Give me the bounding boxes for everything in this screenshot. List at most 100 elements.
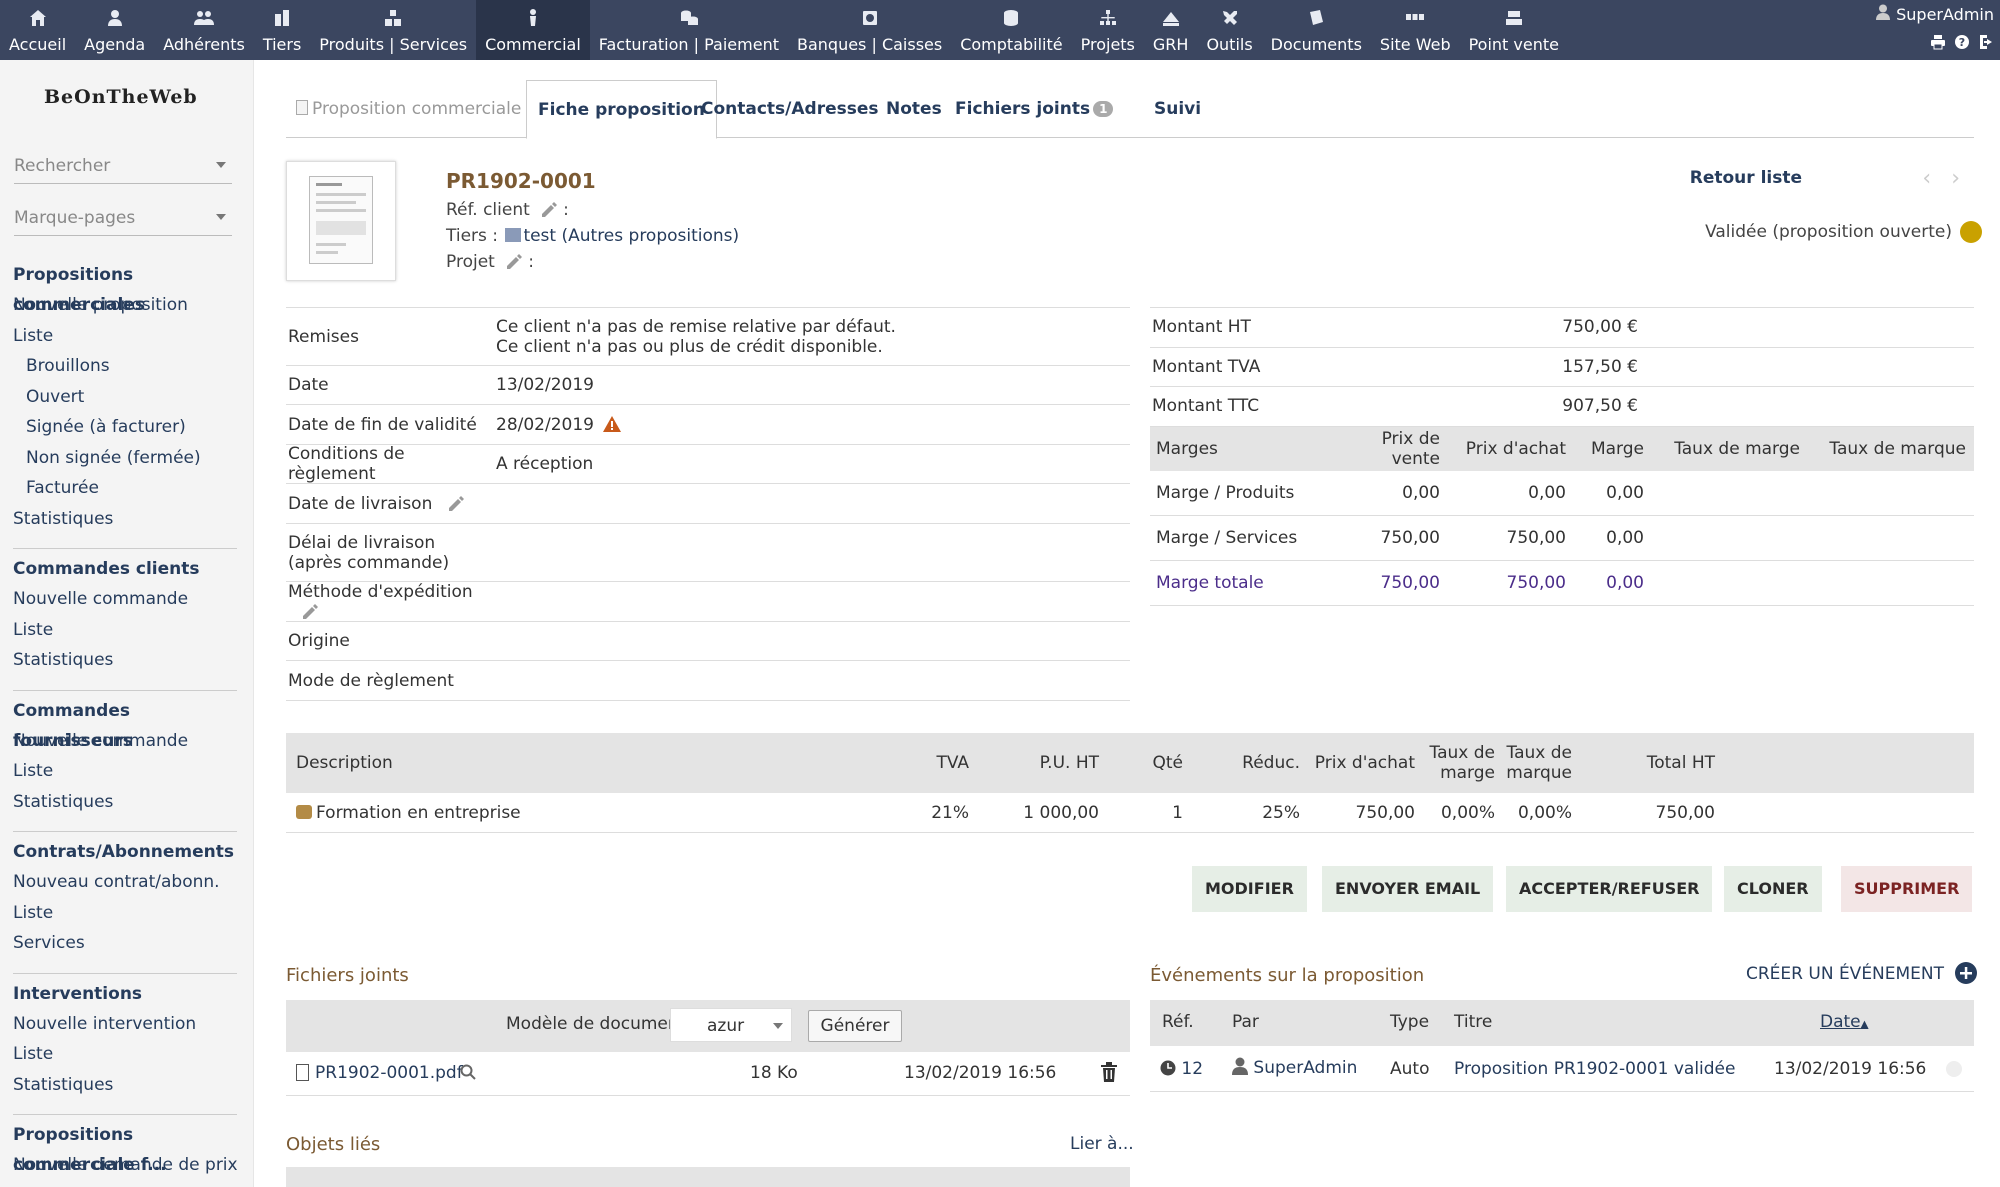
validity-row: Date de fin de validité 28/02/2019 xyxy=(286,405,1130,445)
menu-companies[interactable]: Tiers xyxy=(254,0,310,60)
prev-arrow-icon[interactable]: ‹ xyxy=(1922,166,1951,191)
menu-bank[interactable]: Banques | Caisses xyxy=(788,0,951,60)
remises-label: Remises xyxy=(288,326,359,347)
sidebar-item[interactable]: Services xyxy=(0,928,254,959)
menu-home[interactable]: Accueil xyxy=(0,0,75,60)
conditions-row: Conditions de règlement A réception xyxy=(286,444,1130,484)
modify-button[interactable]: MODIFIER xyxy=(1192,866,1307,912)
sidebar-item[interactable]: Liste xyxy=(0,321,254,352)
sidebar-separator xyxy=(13,972,237,974)
tiers-link[interactable]: test (Autres propositions) xyxy=(523,226,739,246)
sidebar-item[interactable]: Statistiques xyxy=(0,504,254,535)
sidebar-item[interactable]: Liste xyxy=(0,756,254,787)
sidebar-item[interactable]: Nouvelle demande de prix xyxy=(0,1150,254,1181)
sidebar-item[interactable]: Nouvelle intervention xyxy=(0,1009,254,1040)
sidebar-section-title[interactable]: Contrats/Abonnements xyxy=(0,837,254,867)
logout-icon[interactable] xyxy=(1978,34,1994,55)
sidebar-item[interactable]: Brouillons xyxy=(0,351,254,382)
sidebar-item[interactable]: Ouvert xyxy=(0,382,254,413)
sidebar-item[interactable]: Non signée (fermée) xyxy=(0,443,254,474)
table-row[interactable]: Formation en entreprise 21% 1 000,00 1 2… xyxy=(286,793,1974,833)
edit-pencil-icon[interactable] xyxy=(300,602,320,622)
menu-website[interactable]: Site Web xyxy=(1371,0,1460,60)
menu-hrm[interactable]: GRH xyxy=(1144,0,1198,60)
margin-cell: 750,00 xyxy=(1506,527,1566,548)
print-icon[interactable] xyxy=(1930,34,1946,55)
event-type: Auto xyxy=(1390,1059,1430,1079)
menu-products[interactable]: Produits | Services xyxy=(310,0,476,60)
tab-fiche-proposition[interactable]: Fiche proposition xyxy=(526,80,717,139)
send-email-button[interactable]: ENVOYER EMAIL xyxy=(1322,866,1494,912)
sidebar-item[interactable]: Statistiques xyxy=(0,645,254,676)
sidebar-item[interactable]: Nouvelle proposition xyxy=(0,290,254,321)
menu-tools[interactable]: Outils xyxy=(1197,0,1261,60)
search-dropdown[interactable]: Rechercher xyxy=(14,152,232,184)
warning-icon xyxy=(603,415,622,432)
next-arrow-icon[interactable]: › xyxy=(1951,166,1980,191)
back-to-list-link[interactable]: Retour liste xyxy=(1690,168,1802,188)
create-event-button[interactable]: CRÉER UN ÉVÉNEMENT xyxy=(1746,962,1978,984)
menu-accounting[interactable]: Comptabilité xyxy=(951,0,1071,60)
sidebar-item[interactable]: Signée (à facturer) xyxy=(0,412,254,443)
service-icon xyxy=(296,804,312,819)
line-description-text: Formation en entreprise xyxy=(316,802,521,823)
events-table: Réf. Par Type Titre Date▲ 12 SuperAdmin … xyxy=(1150,1000,1974,1092)
event-user[interactable]: SuperAdmin xyxy=(1232,1057,1357,1078)
line-discount: 25% xyxy=(1262,802,1300,823)
menu-billing[interactable]: Facturation | Paiement xyxy=(590,0,788,60)
sidebar-section-title[interactable]: Interventions xyxy=(0,979,254,1009)
menu-pos[interactable]: Point vente xyxy=(1460,0,1568,60)
clone-button[interactable]: CLONER xyxy=(1724,866,1822,912)
sidebar-item[interactable]: Nouvelle commande xyxy=(0,726,254,757)
file-link[interactable]: PR1902-0001.pdf xyxy=(315,1063,463,1083)
chevron-down-icon xyxy=(216,162,226,168)
edit-pencil-icon[interactable] xyxy=(446,494,466,514)
help-icon[interactable]: ? xyxy=(1954,34,1970,55)
edit-pencil-icon[interactable] xyxy=(504,252,524,272)
tab-label: Fichiers joints xyxy=(955,99,1091,119)
sidebar-item[interactable]: Facturée xyxy=(0,473,254,504)
menu-commercial[interactable]: Commercial xyxy=(476,0,590,60)
sidebar-item[interactable]: Liste xyxy=(0,898,254,929)
sidebar-section: Propositions commerciales Nouvelle propos… xyxy=(0,260,254,534)
amount-tva-value: 157,50 € xyxy=(1562,356,1638,377)
sidebar-item[interactable]: Nouveau contrat/abonn. xyxy=(0,867,254,898)
link-to-button[interactable]: Lier à... xyxy=(1070,1134,1134,1154)
model-select[interactable]: azur xyxy=(670,1008,792,1042)
sidebar-item[interactable]: Liste xyxy=(0,615,254,646)
sidebar-item[interactable]: Liste xyxy=(0,1039,254,1070)
sidebar-section-title[interactable]: Propositions commerciale f... xyxy=(0,1120,254,1175)
user-menu[interactable]: SuperAdmin xyxy=(1876,4,1994,24)
tab-label: Contacts/Adresses xyxy=(701,99,879,119)
accept-refuse-button[interactable]: ACCEPTER/REFUSER xyxy=(1506,866,1713,912)
event-title-link[interactable]: Proposition PR1902-0001 validée xyxy=(1454,1059,1735,1079)
tab-proposition[interactable]: Proposition commerciale xyxy=(296,80,521,138)
tab-files[interactable]: Fichiers joints 1 xyxy=(955,80,1114,138)
tab-suivi[interactable]: Suivi xyxy=(1154,80,1201,138)
trash-icon[interactable] xyxy=(1100,1062,1118,1087)
menu-members[interactable]: Adhérents xyxy=(154,0,254,60)
event-ref[interactable]: 12 xyxy=(1160,1059,1203,1079)
delete-button[interactable]: SUPPRIMER xyxy=(1841,866,1973,912)
sidebar-section-title[interactable]: Commandes fournisseurs xyxy=(0,696,254,751)
generate-button[interactable]: Générer xyxy=(808,1010,902,1042)
svg-text:?: ? xyxy=(1959,36,1965,49)
shipping-method-row: Méthode d'expédition xyxy=(286,582,1130,622)
bookmarks-dropdown[interactable]: Marque-pages xyxy=(14,204,232,236)
sidebar-item[interactable]: Statistiques xyxy=(0,1070,254,1101)
tab-notes[interactable]: Notes xyxy=(886,80,942,138)
tab-contacts[interactable]: Contacts/Adresses xyxy=(701,80,879,138)
zoom-icon[interactable] xyxy=(460,1064,476,1085)
events-col-date[interactable]: Date▲ xyxy=(1820,1012,1868,1032)
document-preview-thumbnail[interactable] xyxy=(286,161,396,281)
sidebar-item[interactable]: Nouvelle commande xyxy=(0,584,254,615)
line-pu-ht: 1 000,00 xyxy=(1023,802,1099,823)
sidebar-item[interactable]: Statistiques xyxy=(0,787,254,818)
edit-pencil-icon[interactable] xyxy=(539,200,559,220)
chevron-down-icon xyxy=(773,1023,783,1029)
sidebar-section-title[interactable]: Commandes clients xyxy=(0,554,254,584)
menu-documents[interactable]: Documents xyxy=(1262,0,1371,60)
menu-projects[interactable]: Projets xyxy=(1072,0,1144,60)
sidebar-section-title[interactable]: Propositions commerciales xyxy=(0,260,254,315)
menu-agenda[interactable]: Agenda xyxy=(75,0,154,60)
